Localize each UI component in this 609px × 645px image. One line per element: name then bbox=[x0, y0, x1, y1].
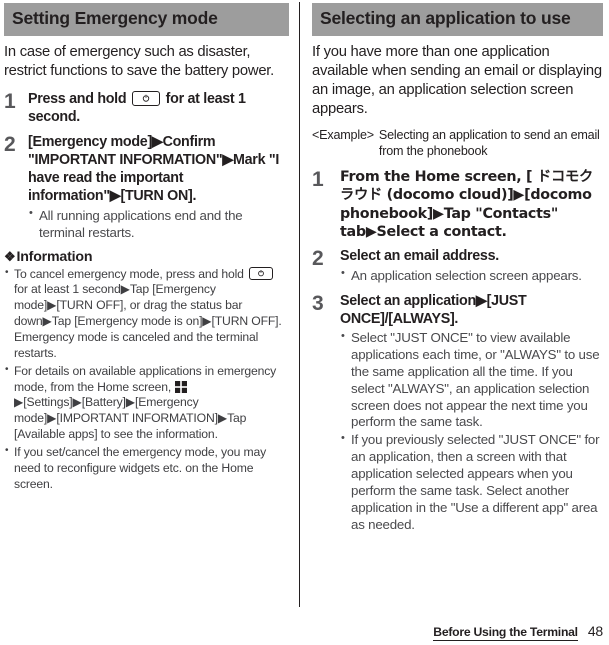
step-body: From the Home screen, [ ドコモクラウド (docomo … bbox=[340, 168, 603, 241]
step-item: 1 From the Home screen, [ ドコモクラウド (docom… bbox=[312, 168, 603, 241]
step-body: Select an application▶[JUST ONCE]/[ALWAY… bbox=[340, 292, 603, 535]
step-number: 2 bbox=[312, 247, 324, 271]
information-item: If you set/cancel the emergency mode, yo… bbox=[4, 444, 289, 493]
app-grid-glyph-icon bbox=[175, 380, 188, 393]
step-note-list: Select "JUST ONCE" to view available app… bbox=[340, 330, 603, 534]
power-symbol-icon bbox=[142, 94, 150, 103]
step-title: From the Home screen, [ ドコモクラウド (docomo … bbox=[340, 169, 593, 241]
step-note-list: All running applications end and the ter… bbox=[28, 207, 289, 242]
left-column: Setting Emergency mode In case of emerge… bbox=[0, 0, 299, 645]
step-note-list: An application selection screen appears. bbox=[340, 267, 603, 285]
step-number: 2 bbox=[4, 132, 16, 156]
step-body: [Emergency mode]▶Confirm "IMPORTANT INFO… bbox=[28, 133, 289, 243]
page-footer: Before Using the Terminal 48 bbox=[433, 623, 603, 641]
example-text: Selecting an application to send an emai… bbox=[378, 128, 600, 159]
step-number: 1 bbox=[4, 89, 16, 113]
information-heading-label: Information bbox=[16, 248, 93, 265]
power-key-icon bbox=[131, 90, 160, 106]
section-header-emergency-mode: Setting Emergency mode bbox=[4, 3, 289, 36]
information-text-after-icon: for at least 1 second▶Tap [Emergency mod… bbox=[14, 282, 282, 360]
information-text-before-icon: To cancel emergency mode, press and hold bbox=[14, 266, 244, 281]
app-grid-icon bbox=[175, 380, 188, 393]
step-note: All running applications end and the ter… bbox=[28, 207, 289, 242]
example-label: <Example> bbox=[312, 128, 374, 143]
step-item: 2 Select an email address. An applicatio… bbox=[312, 247, 603, 285]
power-key-icon bbox=[249, 266, 274, 280]
diamond-icon: ❖ bbox=[4, 248, 16, 264]
step-title: Select an email address. bbox=[340, 248, 499, 265]
power-symbol-icon bbox=[258, 269, 264, 277]
step-body: Press and hold for at least 1 second. bbox=[28, 90, 289, 127]
step-item: 2 [Emergency mode]▶Confirm "IMPORTANT IN… bbox=[4, 133, 289, 243]
information-item: For details on available applications in… bbox=[4, 363, 289, 443]
step-item: 3 Select an application▶[JUST ONCE]/[ALW… bbox=[312, 292, 603, 535]
step-body: Select an email address. An application … bbox=[340, 247, 603, 285]
intro-paragraph-left: In case of emergency such as disaster, r… bbox=[4, 43, 275, 79]
step-note: An application selection screen appears. bbox=[340, 267, 603, 285]
right-column: Selecting an application to use If you h… bbox=[300, 0, 609, 645]
information-item: To cancel emergency mode, press and hold… bbox=[4, 265, 289, 362]
manual-page: Setting Emergency mode In case of emerge… bbox=[0, 0, 609, 645]
step-title: Press and hold for at least 1 second. bbox=[28, 90, 289, 127]
step-number: 1 bbox=[312, 168, 324, 192]
step-title: [Emergency mode]▶Confirm "IMPORTANT INFO… bbox=[28, 133, 280, 205]
information-text-after-icon: ▶[Settings]▶[Battery]▶[Emergency mode]▶[… bbox=[14, 395, 247, 442]
section-header-selecting-application: Selecting an application to use bbox=[312, 3, 603, 36]
information-heading: ❖ Information bbox=[4, 249, 289, 265]
example-row: <Example> Selecting an application to se… bbox=[312, 128, 603, 160]
footer-chapter-title: Before Using the Terminal bbox=[433, 625, 578, 641]
footer-page-number: 48 bbox=[587, 623, 603, 639]
step-number: 3 bbox=[312, 291, 324, 315]
intro-paragraph-right: If you have more than one application av… bbox=[312, 43, 602, 118]
information-text-before-icon: If you set/cancel the emergency mode, yo… bbox=[14, 444, 267, 491]
step-note: Select "JUST ONCE" to view available app… bbox=[340, 330, 603, 431]
information-text-before-icon: For details on available applications in… bbox=[14, 363, 277, 394]
step-title-text-before: Press and hold bbox=[28, 90, 127, 107]
step-item: 1 Press and hold for at least 1 second. bbox=[4, 90, 289, 127]
step-note: If you previously selected "JUST ONCE" f… bbox=[340, 432, 603, 533]
information-list: To cancel emergency mode, press and hold… bbox=[4, 265, 289, 493]
step-title: Select an application▶[JUST ONCE]/[ALWAY… bbox=[340, 292, 527, 327]
